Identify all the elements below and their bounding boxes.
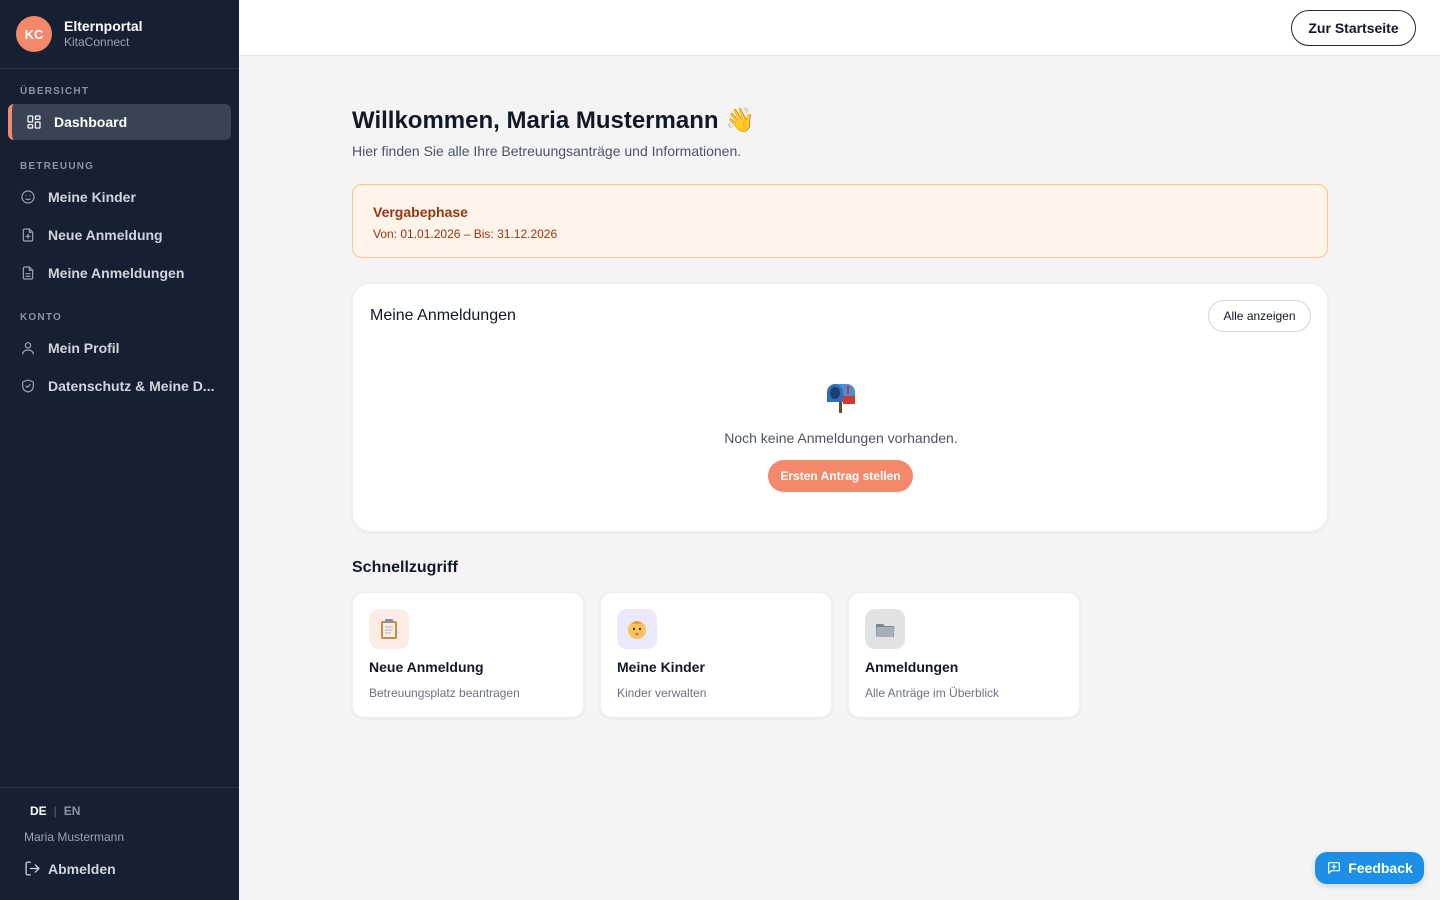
quick-tile-registrations[interactable]: Anmeldungen Alle Anträge im Überblick <box>848 592 1080 718</box>
mailbox-icon <box>827 384 855 413</box>
sidebar-item-label: Dashboard <box>54 114 128 130</box>
shield-check-icon <box>22 379 34 393</box>
section-label-account: KONTO <box>20 312 62 323</box>
quick-tile-new-registration[interactable]: Neue Anmeldung Betreuungsplatz beantrage… <box>352 592 584 718</box>
tile-subtitle: Betreuungsplatz beantragen <box>369 686 520 700</box>
page-subtitle: Hier finden Sie alle Ihre Betreuungsantr… <box>352 143 742 159</box>
page-title: Willkommen, Maria Mustermann 👋 <box>352 107 756 134</box>
baby-icon <box>617 609 657 649</box>
brand: KC Elternportal KitaConnect <box>0 0 239 69</box>
registrations-title: Meine Anmeldungen <box>370 307 516 324</box>
logout-button[interactable]: Abmelden <box>24 860 116 877</box>
tile-subtitle: Alle Anträge im Überblick <box>865 686 1000 700</box>
empty-state-text: Noch keine Anmeldungen vorhanden. <box>724 430 958 446</box>
user-icon <box>22 342 34 355</box>
phase-banner: Vergabephase Von: 01.01.2026 – Bis: 31.1… <box>352 184 1328 258</box>
sidebar-item-dashboard[interactable]: Dashboard <box>8 104 231 140</box>
section-label-care: BETREUUNG <box>20 161 95 172</box>
tile-subtitle: Kinder verwalten <box>617 686 707 700</box>
sidebar-footer: DE | EN Maria Mustermann Abmelden <box>0 787 239 900</box>
feedback-label: Feedback <box>1348 860 1413 876</box>
sidebar: KC Elternportal KitaConnect ÜBERSICHT Da… <box>0 0 239 900</box>
sidebar-item-label: Datenschutz & Meine D... <box>48 378 215 394</box>
lang-separator: | <box>53 804 57 818</box>
language-switcher: DE | EN <box>30 804 80 818</box>
sidebar-item-label: Neue Anmeldung <box>48 227 163 243</box>
quick-tile-children[interactable]: Meine Kinder Kinder verwalten <box>600 592 832 718</box>
brand-title: Elternportal <box>64 18 143 34</box>
topbar: Zur Startseite <box>239 0 1440 56</box>
registrations-card: Meine Anmeldungen Alle anzeigen Noch kei… <box>352 283 1328 532</box>
home-button[interactable]: Zur Startseite <box>1291 10 1416 46</box>
logout-icon <box>25 861 40 876</box>
lang-de[interactable]: DE <box>30 804 47 818</box>
sidebar-item-label: Meine Anmeldungen <box>48 265 185 281</box>
quick-access-title: Schnellzugriff <box>352 559 458 576</box>
brand-avatar: KC <box>16 16 52 52</box>
file-plus-icon <box>22 228 34 242</box>
file-text-icon <box>22 266 34 280</box>
phase-title: Vergabephase <box>373 204 468 220</box>
tile-title: Anmeldungen <box>865 659 959 675</box>
tile-title: Meine Kinder <box>617 659 705 675</box>
lang-en[interactable]: EN <box>64 804 81 818</box>
sidebar-item-children[interactable]: Meine Kinder <box>8 179 231 215</box>
sidebar-item-privacy[interactable]: Datenschutz & Meine D... <box>8 368 231 404</box>
sidebar-item-new-registration[interactable]: Neue Anmeldung <box>8 217 231 253</box>
folder-icon <box>865 609 905 649</box>
show-all-button[interactable]: Alle anzeigen <box>1208 300 1311 332</box>
section-label-overview: ÜBERSICHT <box>20 86 90 97</box>
logout-label: Abmelden <box>48 860 116 877</box>
user-name: Maria Mustermann <box>24 830 125 844</box>
sidebar-item-profile[interactable]: Mein Profil <box>8 330 231 366</box>
feedback-button[interactable]: Feedback <box>1315 852 1424 884</box>
first-application-button[interactable]: Ersten Antrag stellen <box>768 460 913 492</box>
feedback-icon <box>1328 862 1341 874</box>
phase-dates: Von: 01.01.2026 – Bis: 31.12.2026 <box>373 227 558 241</box>
sidebar-item-my-registrations[interactable]: Meine Anmeldungen <box>8 255 231 291</box>
smile-icon <box>21 190 35 204</box>
clipboard-icon <box>369 609 409 649</box>
tile-title: Neue Anmeldung <box>369 659 484 675</box>
grid-icon <box>27 115 41 129</box>
sidebar-item-label: Meine Kinder <box>48 189 136 205</box>
brand-subtitle: KitaConnect <box>64 35 130 49</box>
sidebar-item-label: Mein Profil <box>48 340 120 356</box>
